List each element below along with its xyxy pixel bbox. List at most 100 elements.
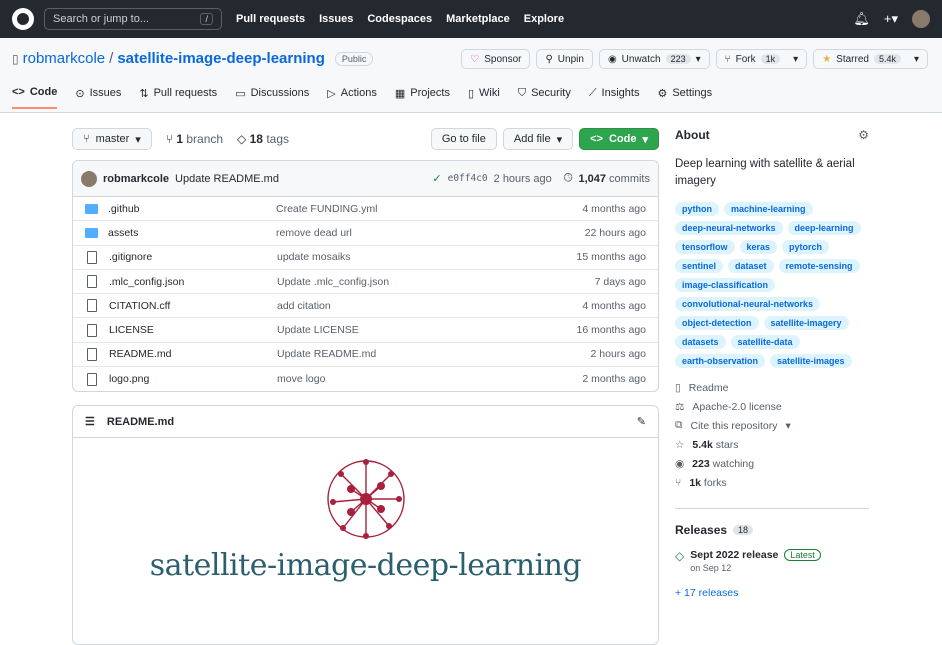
fork-button[interactable]: ⑂Fork1k▾ <box>716 49 808 69</box>
topic-tag[interactable]: image-classification <box>675 278 775 292</box>
nav-marketplace[interactable]: Marketplace <box>446 13 510 25</box>
search-input[interactable]: Search or jump to.../ <box>44 8 222 30</box>
file-time: 2 hours ago <box>591 348 646 360</box>
file-name[interactable]: assets <box>108 227 276 239</box>
bell-icon[interactable]: 🔔︎ <box>853 11 870 27</box>
tab-insights[interactable]: ⟋Insights <box>589 86 640 109</box>
file-commit-message[interactable]: update mosaiks <box>277 251 577 263</box>
license-link[interactable]: ⚖Apache-2.0 license <box>675 397 869 416</box>
user-avatar[interactable] <box>912 10 930 28</box>
topic-tag[interactable]: remote-sensing <box>779 259 860 273</box>
file-row[interactable]: .mlc_config.jsonUpdate .mlc_config.json7… <box>73 270 658 294</box>
github-logo-icon[interactable] <box>12 8 34 30</box>
file-commit-message[interactable]: Update .mlc_config.json <box>277 276 595 288</box>
forks-link[interactable]: ⑂1k forks <box>675 473 869 492</box>
go-to-file-button[interactable]: Go to file <box>431 128 497 150</box>
tab-wiki[interactable]: ▯Wiki <box>468 86 500 109</box>
code-label: Code <box>609 133 637 145</box>
tab-pull-requests[interactable]: ⇅Pull requests <box>139 86 217 109</box>
author-avatar[interactable] <box>81 171 97 187</box>
topic-tag[interactable]: dataset <box>728 259 774 273</box>
latest-release[interactable]: ◇ Sept 2022 releaseLatest on Sep 12 <box>675 549 869 573</box>
topic-tag[interactable]: satellite-data <box>731 335 800 349</box>
branches-link[interactable]: ⑂ 1 branch <box>166 132 223 146</box>
unwatch-button[interactable]: ◉Unwatch223▾ <box>599 49 710 69</box>
file-name[interactable]: CITATION.cff <box>109 300 277 312</box>
file-commit-message[interactable]: add citation <box>277 300 582 312</box>
topic-tag[interactable]: keras <box>740 240 778 254</box>
nav-issues[interactable]: Issues <box>319 13 353 25</box>
topic-tag[interactable]: satellite-imagery <box>764 316 849 330</box>
file-row[interactable]: assetsremove dead url22 hours ago <box>73 221 658 245</box>
commit-sha[interactable]: e0ff4c0 <box>448 173 488 184</box>
file-commit-message[interactable]: move logo <box>277 373 582 385</box>
add-file-button[interactable]: Add file▾ <box>503 128 573 150</box>
tags-link[interactable]: ◇ 18 tags <box>237 132 289 146</box>
file-row[interactable]: .githubCreate FUNDING.yml4 months ago <box>73 197 658 221</box>
file-row[interactable]: logo.pngmove logo2 months ago <box>73 367 658 391</box>
topic-tag[interactable]: deep-neural-networks <box>675 221 783 235</box>
tab-label: Code <box>30 86 58 98</box>
topic-tag[interactable]: earth-observation <box>675 354 765 368</box>
unpin-button[interactable]: ⚲Unpin <box>536 49 592 69</box>
nav-codespaces[interactable]: Codespaces <box>367 13 432 25</box>
cite-repository-button[interactable]: ⧉Cite this repository▾ <box>675 416 869 435</box>
topic-tag[interactable]: python <box>675 202 719 216</box>
file-commit-message[interactable]: Update README.md <box>277 348 591 360</box>
file-commit-message[interactable]: Create FUNDING.yml <box>276 203 582 215</box>
tab-discussions[interactable]: ▭Discussions <box>235 86 309 109</box>
file-name[interactable]: .mlc_config.json <box>109 276 277 288</box>
topic-tag[interactable]: machine-learning <box>724 202 813 216</box>
tab-settings[interactable]: ⚙Settings <box>657 86 712 109</box>
topic-tag[interactable]: deep-learning <box>788 221 861 235</box>
file-row[interactable]: CITATION.cffadd citation4 months ago <box>73 294 658 318</box>
code-button[interactable]: <>Code▾ <box>579 128 659 150</box>
chevron-down-icon[interactable]: ▾ <box>793 54 798 65</box>
repo-owner-link[interactable]: robmarkcole <box>23 50 106 67</box>
file-name[interactable]: LICENSE <box>109 324 277 336</box>
topic-tag[interactable]: datasets <box>675 335 726 349</box>
nav-pull-requests[interactable]: Pull requests <box>236 13 305 25</box>
readme-link[interactable]: ▯Readme <box>675 378 869 397</box>
topic-tag[interactable]: convolutional-neural-networks <box>675 297 820 311</box>
file-name[interactable]: .gitignore <box>109 251 277 263</box>
stars-link[interactable]: ☆5.4k stars <box>675 435 869 454</box>
gear-icon[interactable]: ⚙ <box>858 128 869 142</box>
create-new-button[interactable]: +▾ <box>884 11 898 27</box>
list-icon[interactable]: ☰ <box>85 415 95 428</box>
topic-tag[interactable]: tensorflow <box>675 240 735 254</box>
file-name[interactable]: .github <box>108 203 276 215</box>
repo-name-link[interactable]: satellite-image-deep-learning <box>117 50 325 67</box>
file-commit-message[interactable]: Update LICENSE <box>277 324 577 336</box>
sponsor-button[interactable]: ♡Sponsor <box>461 49 530 69</box>
commits-link[interactable]: 1,047 commits <box>578 173 650 185</box>
topic-tag[interactable]: object-detection <box>675 316 759 330</box>
tab-code[interactable]: <>Code <box>12 86 57 109</box>
more-releases-link[interactable]: + 17 releases <box>675 587 869 599</box>
commit-message[interactable]: Update README.md <box>175 173 279 185</box>
chevron-down-icon[interactable]: ▾ <box>914 54 919 65</box>
file-row[interactable]: LICENSEUpdate LICENSE16 months ago <box>73 318 658 342</box>
tab-issues[interactable]: ⊙Issues <box>75 86 121 109</box>
file-name[interactable]: README.md <box>109 348 277 360</box>
file-row[interactable]: README.mdUpdate README.md2 hours ago <box>73 343 658 367</box>
nav-explore[interactable]: Explore <box>524 13 564 25</box>
watchers-link[interactable]: ◉223 watching <box>675 454 869 473</box>
releases-heading[interactable]: Releases <box>675 523 727 537</box>
fork-count: 1k <box>761 54 781 64</box>
tab-projects[interactable]: ▦Projects <box>395 86 450 109</box>
commit-author[interactable]: robmarkcole <box>103 173 169 185</box>
tab-security[interactable]: ⛉Security <box>518 86 571 109</box>
starred-button[interactable]: ★Starred5.4k▾ <box>813 49 928 69</box>
tab-label: Issues <box>90 87 122 99</box>
file-row[interactable]: .gitignoreupdate mosaiks15 months ago <box>73 246 658 270</box>
tab-actions[interactable]: ▷Actions <box>327 86 377 109</box>
file-commit-message[interactable]: remove dead url <box>276 227 585 239</box>
topic-list: python machine-learning deep-neural-networ… <box>675 202 869 368</box>
topic-tag[interactable]: pytorch <box>782 240 829 254</box>
topic-tag[interactable]: satellite-images <box>770 354 852 368</box>
branch-select[interactable]: ⑂master▾ <box>72 128 152 150</box>
pencil-icon[interactable]: ✎ <box>637 415 646 428</box>
file-name[interactable]: logo.png <box>109 373 277 385</box>
topic-tag[interactable]: sentinel <box>675 259 723 273</box>
